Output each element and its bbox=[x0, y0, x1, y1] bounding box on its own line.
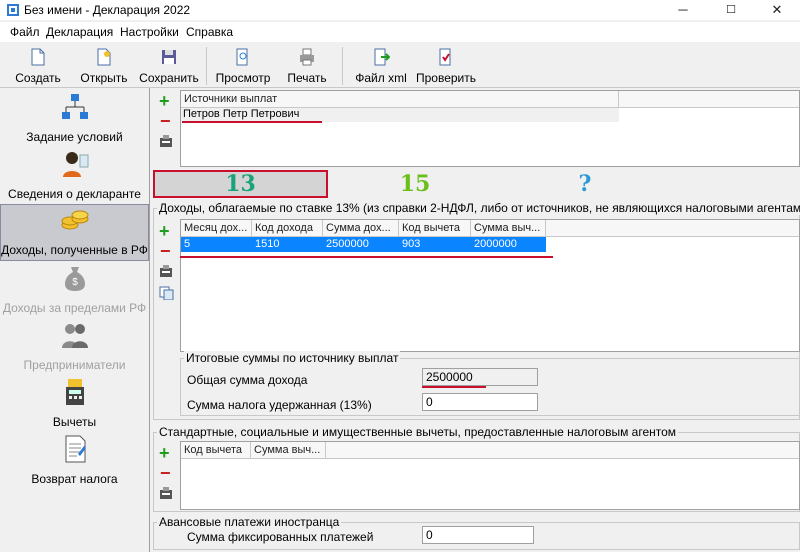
sources-header: Источники выплат bbox=[181, 91, 799, 108]
money-bag-icon: $ bbox=[64, 267, 85, 291]
hierarchy-icon bbox=[61, 94, 88, 119]
column-header-deduction-code[interactable]: Код вычета bbox=[181, 442, 251, 458]
coins-icon bbox=[61, 210, 88, 230]
cell-month: 5 bbox=[184, 238, 191, 250]
income-header: Месяц дох... Код дохода Сумма дох... Код… bbox=[181, 220, 799, 237]
title-bar: Без имени - Декларация 2022 ─ ☐ ✕ bbox=[0, 0, 800, 20]
preview-button[interactable]: Просмотр bbox=[212, 45, 274, 85]
income-table: Месяц дох... Код дохода Сумма дох... Код… bbox=[180, 219, 800, 352]
cell-income-sum: 2500000 bbox=[326, 238, 369, 250]
column-header-deduction-code[interactable]: Код вычета bbox=[399, 220, 471, 236]
printer-icon bbox=[300, 48, 314, 66]
xml-file-button[interactable]: Файл xml bbox=[352, 45, 410, 85]
menu-declaration[interactable]: Декларация bbox=[46, 25, 113, 39]
xml-export-icon bbox=[374, 48, 390, 66]
column-header-income-code[interactable]: Код дохода bbox=[252, 220, 323, 236]
advance-group-title: Авансовые платежи иностранца bbox=[157, 515, 342, 529]
tab-rate-other[interactable]: ? bbox=[500, 172, 670, 196]
column-header-deduction-sum[interactable]: Сумма выч... bbox=[251, 442, 326, 458]
floppy-disk-icon bbox=[162, 50, 176, 64]
fixed-payments-label: Сумма фиксированных платежей bbox=[187, 530, 374, 544]
column-header-source[interactable]: Источники выплат bbox=[181, 91, 619, 107]
total-income-field: 2500000 bbox=[422, 368, 538, 386]
income-tools: + − bbox=[156, 220, 178, 310]
toolbar-separator bbox=[342, 47, 343, 85]
annotation-underline bbox=[180, 256, 553, 258]
annotation-underline bbox=[182, 121, 322, 123]
source-name: Петров Петр Петрович bbox=[183, 108, 300, 120]
tax-withheld-label: Сумма налога удержанная (13%) bbox=[187, 398, 372, 412]
deductions-group-title: Стандартные, социальные и имущественные … bbox=[157, 425, 679, 439]
preview-icon bbox=[236, 48, 248, 66]
nav-entrepreneurs[interactable]: Предприниматели bbox=[0, 318, 149, 375]
add-income-button[interactable]: + bbox=[159, 222, 170, 240]
menu-file[interactable]: Файл bbox=[10, 25, 40, 39]
totals-group-title: Итоговые суммы по источнику выплат bbox=[184, 351, 401, 365]
window-title: Без имени - Декларация 2022 bbox=[24, 3, 191, 17]
cell-deduction-sum: 2000000 bbox=[474, 238, 517, 250]
close-button[interactable]: ✕ bbox=[754, 0, 800, 20]
toolbar: Создать Открыть Сохранить Просмотр Печат… bbox=[0, 43, 800, 88]
column-header-deduction-sum[interactable]: Сумма выч... bbox=[471, 220, 546, 236]
remove-deduction-button[interactable]: − bbox=[160, 464, 171, 482]
print-button[interactable]: Печать bbox=[282, 45, 332, 85]
nav-deductions[interactable]: Вычеты bbox=[0, 375, 149, 432]
calculator-icon bbox=[65, 379, 84, 405]
cell-deduction-code: 903 bbox=[402, 238, 421, 250]
add-source-button[interactable]: + bbox=[159, 92, 170, 110]
deductions-table: Код вычета Сумма выч... bbox=[180, 441, 800, 510]
new-document-icon bbox=[31, 48, 45, 66]
nav-declarant[interactable]: Сведения о декларанте bbox=[0, 147, 149, 204]
source-row[interactable]: Петров Петр Петрович bbox=[181, 108, 619, 122]
total-income-label: Общая сумма дохода bbox=[187, 373, 308, 387]
save-button[interactable]: Сохранить bbox=[138, 45, 200, 85]
tax-withheld-input[interactable]: 0 bbox=[422, 393, 538, 411]
person-icon bbox=[62, 152, 88, 177]
sources-tools: + − bbox=[156, 90, 178, 166]
open-button[interactable]: Открыть bbox=[76, 45, 132, 85]
add-deduction-button[interactable]: + bbox=[159, 444, 170, 462]
app-icon bbox=[7, 4, 19, 16]
deductions-header: Код вычета Сумма выч... bbox=[181, 442, 799, 459]
nav-income-rf[interactable]: Доходы, полученные в РФ bbox=[0, 204, 149, 261]
minimize-button[interactable]: ─ bbox=[660, 0, 706, 20]
edit-deduction-icon[interactable] bbox=[159, 486, 174, 500]
nav-income-abroad[interactable]: $ Доходы за пределами РФ bbox=[0, 261, 149, 318]
column-header-month[interactable]: Месяц дох... bbox=[181, 220, 252, 236]
section-nav: Задание условий Сведения о декларанте До… bbox=[0, 88, 150, 552]
toolbar-separator bbox=[206, 47, 207, 85]
maximize-button[interactable]: ☐ bbox=[708, 0, 754, 20]
menu-bar: Файл Декларация Настройки Справка bbox=[0, 22, 800, 42]
column-header-income-sum[interactable]: Сумма дох... bbox=[323, 220, 399, 236]
tab-rate-13[interactable]: 13 bbox=[153, 170, 328, 198]
remove-income-button[interactable]: − bbox=[160, 242, 171, 260]
menu-settings[interactable]: Настройки bbox=[120, 25, 179, 39]
deductions-tools: + − bbox=[156, 442, 178, 508]
check-document-icon bbox=[439, 48, 451, 66]
edit-source-icon[interactable] bbox=[159, 134, 174, 148]
fixed-payments-input[interactable]: 0 bbox=[422, 526, 534, 544]
svg-text:$: $ bbox=[72, 277, 78, 288]
annotation-underline bbox=[422, 386, 486, 388]
nav-conditions[interactable]: Задание условий bbox=[0, 90, 149, 147]
copy-income-icon[interactable] bbox=[159, 286, 174, 300]
document-icon bbox=[65, 435, 86, 463]
people-icon bbox=[61, 324, 88, 348]
tab-rate-15[interactable]: 15 bbox=[330, 172, 500, 196]
create-button[interactable]: Создать bbox=[10, 45, 66, 85]
open-folder-icon bbox=[97, 48, 111, 66]
edit-income-icon[interactable] bbox=[159, 264, 174, 278]
nav-tax-refund[interactable]: Возврат налога bbox=[0, 432, 149, 489]
table-row[interactable]: 5 1510 2500000 903 2000000 bbox=[181, 237, 546, 252]
remove-source-button[interactable]: − bbox=[160, 112, 171, 130]
income-group-title: Доходы, облагаемые по ставке 13% (из спр… bbox=[157, 201, 800, 215]
sources-table: Источники выплат Петров Петр Петрович bbox=[180, 90, 800, 167]
menu-help[interactable]: Справка bbox=[186, 25, 233, 39]
cell-income-code: 1510 bbox=[255, 238, 280, 250]
check-button[interactable]: Проверить bbox=[414, 45, 478, 85]
